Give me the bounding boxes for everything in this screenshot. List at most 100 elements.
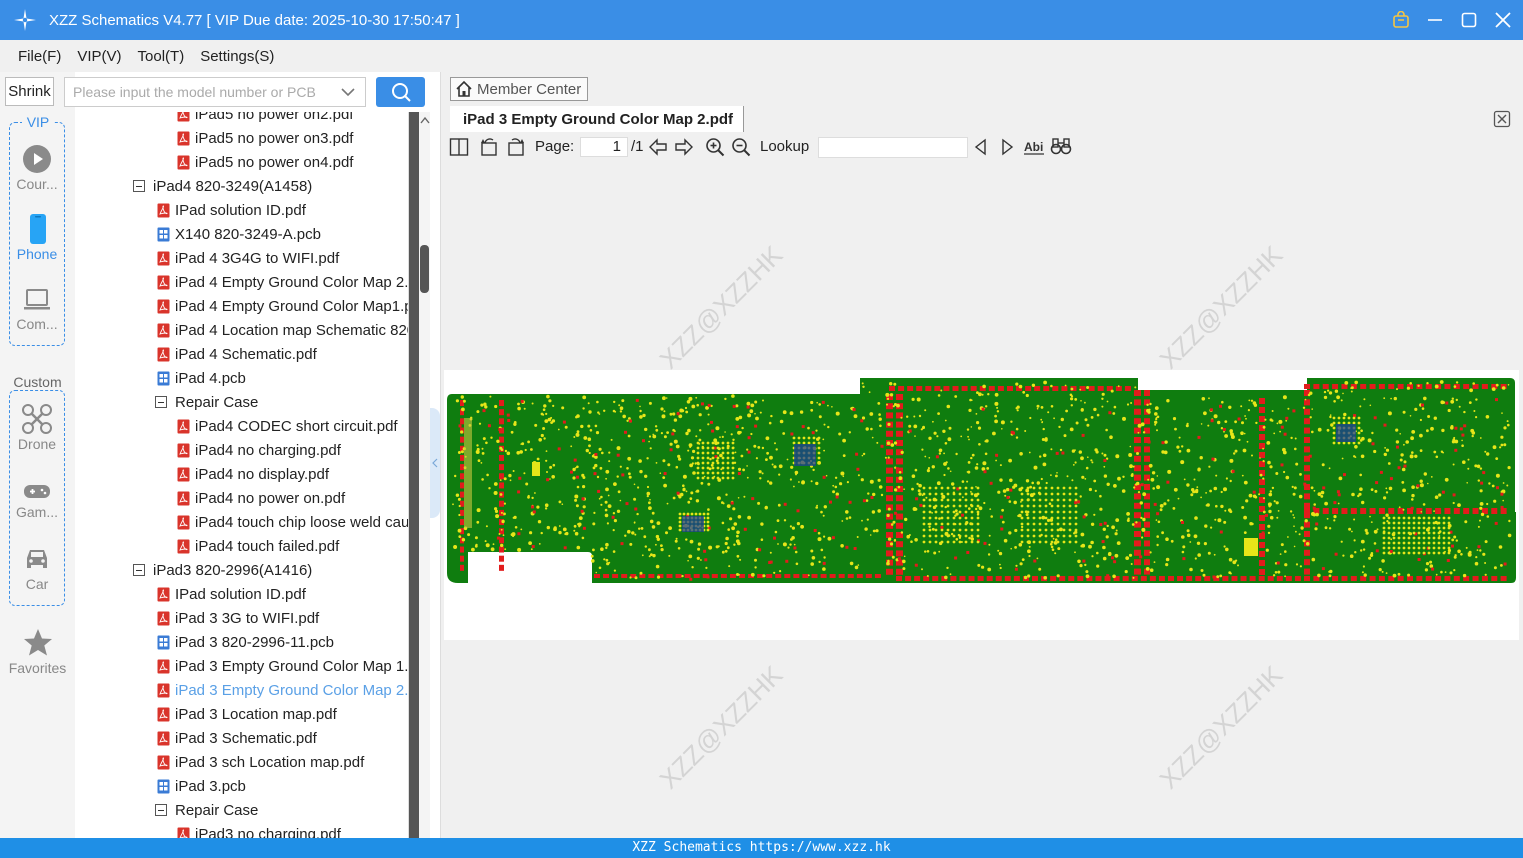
zoom-out-icon[interactable]	[731, 137, 751, 157]
tree-file[interactable]: iPad 3 820-2996-11.pcb	[157, 630, 334, 654]
favorites-label: Favorites	[8, 660, 67, 676]
page-number-input[interactable]: 1	[580, 137, 628, 157]
category-computer[interactable]: Com...	[9, 286, 65, 332]
member-center-button[interactable]: Member Center	[450, 77, 588, 101]
tree-file[interactable]: iPad 3 Empty Ground Color Map 2.pdf	[157, 678, 408, 702]
scroll-up-icon[interactable]	[420, 116, 430, 124]
shrink-button[interactable]: Shrink	[5, 77, 54, 106]
category-computer-label: Com...	[16, 316, 58, 332]
close-tabs-icon[interactable]	[1493, 110, 1511, 128]
find-next-icon[interactable]	[998, 137, 1016, 157]
split-view-icon[interactable]	[449, 137, 469, 157]
category-sidebar: Shrink VIP Cour... Phone Com... Custom D…	[0, 72, 75, 838]
tree-file[interactable]: iPad 4 Schematic.pdf	[157, 342, 317, 366]
vip-group-title: VIP	[22, 114, 54, 130]
tree-file[interactable]: iPad4 touch failed.pdf	[177, 534, 339, 558]
category-drone[interactable]: Drone	[9, 404, 65, 452]
tree-file[interactable]: IPad solution ID.pdf	[157, 582, 306, 606]
collapse-toggle-icon[interactable]	[133, 180, 145, 192]
tree-scroll-thumb[interactable]	[420, 245, 429, 293]
pdf-file-icon	[157, 731, 170, 745]
maximize-button[interactable]	[1459, 10, 1479, 30]
tree-file[interactable]: iPad 4 Empty Ground Color Map1.pdf	[157, 294, 408, 318]
home-icon	[456, 80, 472, 97]
category-car-label: Car	[25, 576, 49, 592]
tree-file[interactable]: iPad 3 sch Location map.pdf	[157, 750, 364, 774]
pcb-file-icon	[157, 779, 170, 793]
rotate-left-icon[interactable]	[479, 137, 499, 157]
find-binoculars-icon[interactable]	[1050, 137, 1072, 157]
tree-folder[interactable]: Repair Case	[155, 390, 258, 414]
pdf-viewer[interactable]: XZZ@XZZHK XZZ@XZZHK XZZ@XZZHK XZZ@XZZHK	[441, 162, 1523, 838]
vip-bag-button[interactable]	[1391, 10, 1411, 30]
collapse-toggle-icon[interactable]	[155, 396, 167, 408]
tree-file[interactable]: iPad 3.pcb	[157, 774, 246, 798]
tree-item-label: Repair Case	[175, 393, 259, 411]
search-icon	[391, 83, 411, 102]
close-button[interactable]	[1493, 10, 1513, 30]
tree-file[interactable]: iPad4 touch chip loose weld caused.pdf	[177, 510, 408, 534]
favorites-button[interactable]: Favorites	[0, 628, 75, 676]
search-button[interactable]	[376, 77, 425, 107]
tree-file[interactable]: iPad4 no display.pdf	[177, 462, 329, 486]
tree-item-label: iPad 3 820-2996-11.pcb	[175, 633, 335, 651]
model-search-input[interactable]: Please input the model number or PCB	[64, 77, 366, 107]
pdf-file-icon	[157, 659, 170, 673]
find-prev-icon[interactable]	[972, 137, 990, 157]
tree-file[interactable]: iPad3 no charging.pdf	[177, 822, 341, 838]
tree-file[interactable]: iPad 3 Location map.pdf	[157, 702, 337, 726]
tree-item-label: iPad 3 Location map.pdf	[175, 705, 337, 723]
star-icon	[23, 629, 52, 656]
panel-collapse-handle[interactable]	[430, 408, 440, 518]
tree-file[interactable]: iPad 3 3G to WIFI.pdf	[157, 606, 319, 630]
tree-file[interactable]: iPad5 no power on2.pdf	[177, 112, 353, 126]
next-page-icon[interactable]	[674, 137, 694, 157]
pdf-file-icon	[157, 587, 170, 601]
pdf-file-icon	[157, 203, 170, 217]
tree-file[interactable]: iPad 4 Empty Ground Color Map 2.pdf	[157, 270, 408, 294]
zoom-in-icon[interactable]	[705, 137, 725, 157]
menu-vip[interactable]: VIP(V)	[77, 48, 121, 65]
category-car[interactable]: Car	[9, 544, 65, 592]
tree-item-label: iPad4 touch failed.pdf	[195, 537, 340, 555]
tree-folder[interactable]: Repair Case	[155, 798, 258, 822]
lookup-input[interactable]	[818, 137, 968, 158]
pcb-file-icon	[157, 227, 170, 241]
tree-file[interactable]: iPad5 no power on4.pdf	[177, 150, 353, 174]
tree-item-label: iPad4 no display.pdf	[195, 465, 329, 483]
tree-file[interactable]: iPad 3 Schematic.pdf	[157, 726, 317, 750]
tree-item-label: iPad3 820-2996(A1416)	[153, 561, 313, 579]
tree-file[interactable]: iPad5 no power on3.pdf	[177, 126, 353, 150]
collapse-toggle-icon[interactable]	[133, 564, 145, 576]
menu-tool[interactable]: Tool(T)	[138, 48, 185, 65]
tree-file[interactable]: iPad4 no charging.pdf	[177, 438, 341, 462]
file-tree: iPad5 no power on2.pdf iPad5 no power on3…	[75, 112, 408, 838]
menu-file[interactable]: File(F)	[18, 48, 61, 65]
category-phone[interactable]: Phone	[9, 214, 65, 262]
tree-file[interactable]: iPad 4 3G4G to WIFI.pdf	[157, 246, 339, 270]
pcb-file-icon	[157, 635, 170, 649]
tree-file[interactable]: iPad 3 Empty Ground Color Map 1.pdf	[157, 654, 408, 678]
maximize-icon	[1461, 12, 1477, 28]
tree-file[interactable]: iPad 4.pcb	[157, 366, 246, 390]
page-label: Page:	[535, 138, 575, 155]
document-tab[interactable]: iPad 3 Empty Ground Color Map 2.pdf	[450, 106, 744, 132]
menu-settings[interactable]: Settings(S)	[200, 48, 274, 65]
category-course[interactable]: Cour...	[9, 144, 65, 192]
watermark-4: XZZ@XZZHK	[1153, 659, 1289, 795]
category-game[interactable]: Gam...	[9, 480, 65, 520]
tree-scrollbar[interactable]	[408, 112, 430, 838]
tree-folder[interactable]: iPad4 820-3249(A1458)	[133, 174, 312, 198]
tree-file[interactable]: iPad 4 Location map Schematic 820-3249.p…	[157, 318, 408, 342]
tree-file[interactable]: iPad4 no power on.pdf	[177, 486, 345, 510]
minimize-button[interactable]	[1425, 10, 1445, 30]
tree-folder[interactable]: iPad3 820-2996(A1416)	[133, 558, 312, 582]
rotate-right-icon[interactable]	[506, 137, 526, 157]
prev-page-icon[interactable]	[648, 137, 668, 157]
match-case-icon[interactable]: Abi	[1023, 137, 1045, 157]
collapse-toggle-icon[interactable]	[155, 804, 167, 816]
tree-file[interactable]: iPad4 CODEC short circuit.pdf	[177, 414, 398, 438]
tree-file[interactable]: IPad solution ID.pdf	[157, 198, 306, 222]
tree-item-label: iPad 3 sch Location map.pdf	[175, 753, 365, 771]
tree-file[interactable]: X140 820-3249-A.pcb	[157, 222, 321, 246]
